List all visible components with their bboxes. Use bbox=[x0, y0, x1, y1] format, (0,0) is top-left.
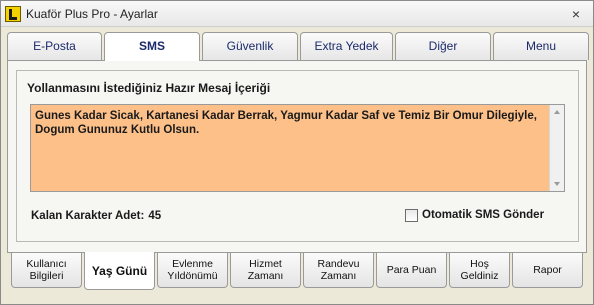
scroll-up-icon[interactable] bbox=[554, 110, 560, 114]
subtab-hizmet-zamani[interactable]: Hizmet Zamanı bbox=[230, 253, 301, 288]
tab-extra-yedek[interactable]: Extra Yedek bbox=[300, 32, 393, 60]
auto-send-label[interactable]: Otomatik SMS Gönder bbox=[422, 209, 544, 221]
tab-e-posta[interactable]: E-Posta bbox=[7, 32, 102, 60]
subtab-hos-geldiniz[interactable]: Hoş Geldiniz bbox=[449, 253, 510, 288]
subtab-evlenme-yildonumu[interactable]: Evlenme Yıldönümü bbox=[157, 253, 228, 288]
group-title: Yollanmasını İstediğiniz Hazır Mesaj İçe… bbox=[27, 81, 271, 95]
bottom-tab-bar: Kullanıcı Bilgileri Yaş Günü Evlenme Yıl… bbox=[11, 252, 585, 293]
tab-menu[interactable]: Menu bbox=[493, 32, 589, 60]
subtab-yas-gunu[interactable]: Yaş Günü bbox=[84, 252, 155, 290]
settings-window: Kuaför Plus Pro - Ayarlar × E-Posta SMS … bbox=[0, 0, 594, 305]
subtab-rapor[interactable]: Rapor bbox=[512, 253, 583, 288]
tab-guvenlik[interactable]: Güvenlik bbox=[202, 32, 298, 60]
tab-sms[interactable]: SMS bbox=[104, 32, 200, 61]
close-button[interactable]: × bbox=[567, 5, 585, 23]
subtab-randevu-zamani[interactable]: Randevu Zamanı bbox=[303, 253, 374, 288]
sms-panel: Yollanmasını İstediğiniz Hazır Mesaj İçe… bbox=[7, 60, 587, 253]
tab-diger[interactable]: Diğer bbox=[395, 32, 491, 60]
subtab-kullanici-bilgileri[interactable]: Kullanıcı Bilgileri bbox=[11, 253, 82, 288]
message-text[interactable]: Gunes Kadar Sicak, Kartanesi Kadar Berra… bbox=[35, 109, 540, 137]
message-textarea[interactable]: Gunes Kadar Sicak, Kartanesi Kadar Berra… bbox=[30, 104, 565, 192]
remaining-characters: Kalan Karakter Adet: 45 bbox=[31, 210, 161, 222]
auto-send-checkbox[interactable] bbox=[405, 209, 418, 222]
top-tab-bar: E-Posta SMS Güvenlik Extra Yedek Diğer M… bbox=[7, 32, 589, 61]
remaining-label: Kalan Karakter Adet: bbox=[31, 210, 145, 222]
app-logo-icon bbox=[5, 6, 21, 22]
title-bar[interactable]: Kuaför Plus Pro - Ayarlar × bbox=[1, 1, 593, 27]
message-scrollbar[interactable] bbox=[549, 105, 564, 191]
message-group: Yollanmasını İstediğiniz Hazır Mesaj İçe… bbox=[16, 70, 579, 242]
scroll-down-icon[interactable] bbox=[554, 182, 560, 186]
remaining-value: 45 bbox=[148, 210, 162, 222]
subtab-para-puan[interactable]: Para Puan bbox=[376, 253, 447, 288]
window-title: Kuaför Plus Pro - Ayarlar bbox=[26, 7, 158, 21]
